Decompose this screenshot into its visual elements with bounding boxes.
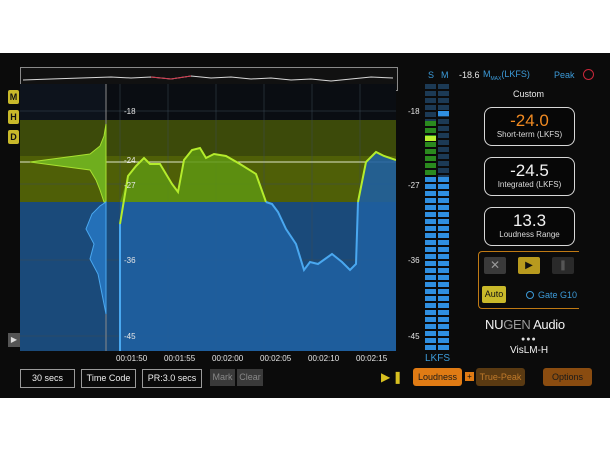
clear-button[interactable]: Clear (237, 369, 263, 386)
play-icon: ▶ (525, 260, 533, 271)
reset-button[interactable]: ✕ (484, 257, 506, 274)
time-tick: 00:02:10 (308, 354, 340, 363)
time-tick: 00:01:50 (116, 354, 148, 363)
product-name: VisLM-H (510, 345, 549, 356)
max-label-m: M (483, 69, 491, 79)
meter-scale-label: -36 (408, 256, 420, 265)
auto-button[interactable]: Auto (482, 286, 506, 303)
window-length-button[interactable]: 30 secs (20, 369, 75, 388)
meter-short-term-green (425, 121, 436, 177)
max-label-sub: MAX (490, 75, 502, 82)
mark-button[interactable]: Mark (210, 369, 235, 386)
pause-icon: ❚ (558, 260, 568, 271)
graph-scale-label: -27 (124, 181, 136, 190)
preset-name: Custom (513, 89, 545, 99)
time-tick: 00:02:00 (212, 354, 244, 363)
mode-button-m[interactable]: M (8, 90, 19, 104)
play-button[interactable]: ▶ (518, 257, 540, 274)
time-tick: 00:02:15 (356, 354, 388, 363)
short-term-value: -24.0 (510, 111, 549, 130)
x-icon: ✕ (489, 258, 501, 272)
loudness-button[interactable]: Loudness (413, 368, 462, 386)
history-svg (20, 84, 396, 351)
loudness-range-value: 13.3 (512, 211, 547, 230)
brand-audio: Audio (530, 317, 565, 332)
max-label-unit: (LKFS) (501, 69, 530, 79)
time-code-button[interactable]: Time Code (81, 369, 136, 388)
short-term-readout: -24.0 Short-term (LKFS) (484, 107, 575, 146)
meter-col-s: S (428, 70, 435, 80)
mode-button-h[interactable]: H (8, 110, 19, 124)
peak-label: Peak (554, 70, 575, 80)
expand-arrow-icon[interactable]: ▶ (8, 333, 20, 347)
short-term-label: Short-term (LKFS) (496, 130, 563, 139)
brand-dots: ●●● (521, 336, 537, 343)
brand-logo: NUGEN Audio (485, 317, 565, 332)
visLM-plugin-window: M H D ▶ -18 -24 -27 -36 -45 00:01:50 00:… (0, 53, 610, 398)
gate-label: Gate G10 (538, 290, 578, 300)
integrated-readout: -24.5 Integrated (LKFS) (484, 157, 575, 196)
integrated-value: -24.5 (510, 161, 549, 180)
graph-scale-label: -45 (124, 332, 136, 341)
graph-scale-label: -36 (124, 256, 136, 265)
upper-band (20, 120, 396, 156)
true-peak-button[interactable]: True-Peak (476, 368, 525, 386)
skip-to-end-icon[interactable]: ▶ ❚ (381, 369, 403, 386)
meter-momentary-level (438, 177, 449, 351)
time-tick: 00:01:55 (164, 354, 196, 363)
meter-col-m: M (441, 70, 449, 80)
gate-radio-icon[interactable] (526, 291, 534, 299)
time-tick: 00:02:05 (260, 354, 292, 363)
meter-unit-label: LKFS (425, 353, 451, 364)
options-button[interactable]: Options (543, 368, 592, 386)
brand-gen: GEN (503, 317, 531, 332)
loudness-range-label: Loudness Range (499, 230, 560, 239)
meter-scale-label: -18 (408, 107, 420, 116)
graph-scale-label: -24 (124, 156, 136, 165)
meter-scale-label: -27 (408, 181, 420, 190)
pr-button[interactable]: PR:3.0 secs (142, 369, 202, 388)
meter-momentary-peak (438, 111, 449, 116)
loudness-range-readout: 13.3 Loudness Range (484, 207, 575, 246)
max-value: -18.6 (459, 70, 480, 80)
pause-button[interactable]: ❚ (552, 257, 574, 274)
loudness-history-graph[interactable] (20, 84, 396, 351)
meter-short-term-peak (425, 136, 436, 141)
mode-button-d[interactable]: D (8, 130, 19, 144)
peak-indicator-icon[interactable] (583, 69, 594, 80)
integrated-label: Integrated (LKFS) (497, 180, 562, 189)
graph-scale-label: -18 (124, 107, 136, 116)
meter-scale-label: -45 (408, 332, 420, 341)
max-label: MMAX(LKFS) (483, 69, 530, 82)
plus-icon: + (465, 372, 474, 381)
brand-nu: NU (485, 317, 504, 332)
